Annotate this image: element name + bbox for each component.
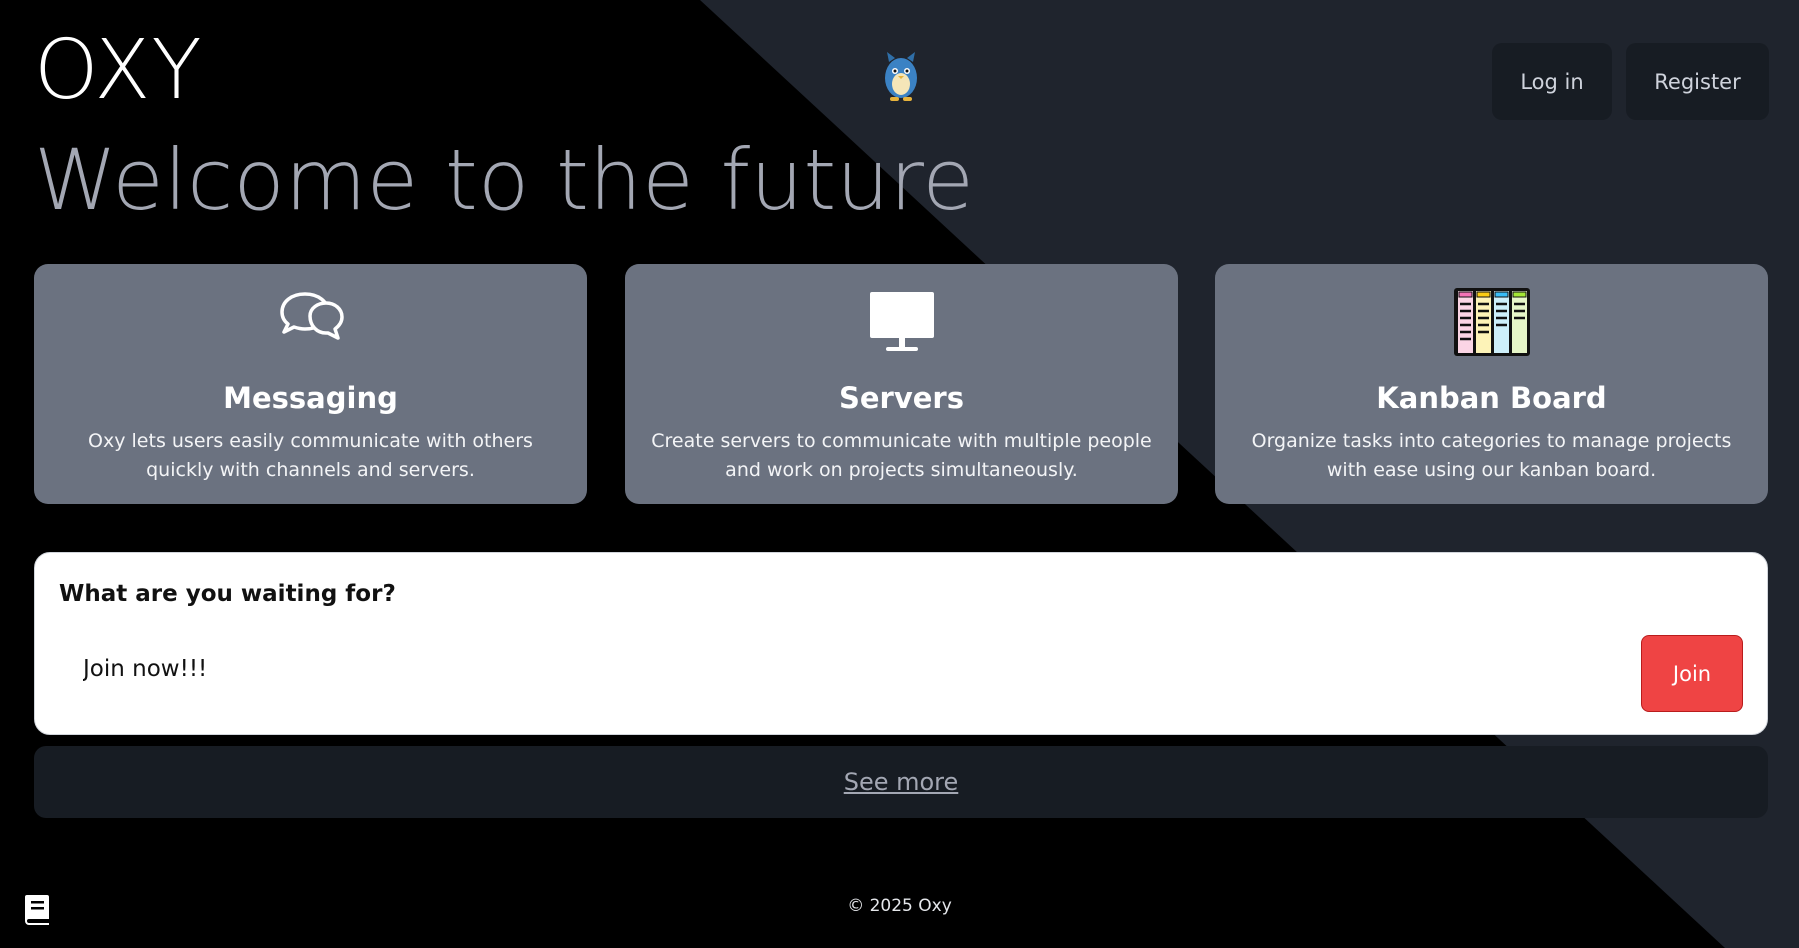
feature-title: Servers xyxy=(839,381,964,415)
join-input[interactable] xyxy=(59,633,1359,705)
register-button[interactable]: Register xyxy=(1626,43,1769,120)
see-more-link[interactable]: See more xyxy=(844,768,959,796)
feature-title: Messaging xyxy=(223,381,398,415)
chat-bubbles-icon xyxy=(279,292,344,340)
login-button[interactable]: Log in xyxy=(1492,43,1612,120)
hero-title: Welcome to the future xyxy=(34,131,974,229)
join-button[interactable]: Join xyxy=(1641,635,1743,712)
see-more-bar: See more xyxy=(34,746,1768,818)
kanban-board-icon xyxy=(1453,288,1530,356)
feature-card-kanban: Kanban Board Organize tasks into categor… xyxy=(1215,264,1768,504)
feature-description: Organize tasks into categories to manage… xyxy=(1251,430,1732,481)
copyright-text: © 2025 Oxy xyxy=(847,896,952,916)
feature-description: Oxy lets users easily communicate with o… xyxy=(88,430,533,481)
feature-card-servers: Servers Create servers to communicate wi… xyxy=(625,264,1178,504)
cta-title: What are you waiting for? xyxy=(59,581,396,607)
penguin-mascot-icon xyxy=(885,52,917,101)
feature-description: Create servers to communicate with multi… xyxy=(651,430,1152,481)
feature-title: Kanban Board xyxy=(1376,381,1607,415)
join-cta-panel: What are you waiting for? Join xyxy=(34,552,1768,735)
brand-logo-text: OXY xyxy=(34,23,203,118)
feature-card-messaging: Messaging Oxy lets users easily communic… xyxy=(34,264,587,504)
monitor-icon xyxy=(869,292,934,351)
